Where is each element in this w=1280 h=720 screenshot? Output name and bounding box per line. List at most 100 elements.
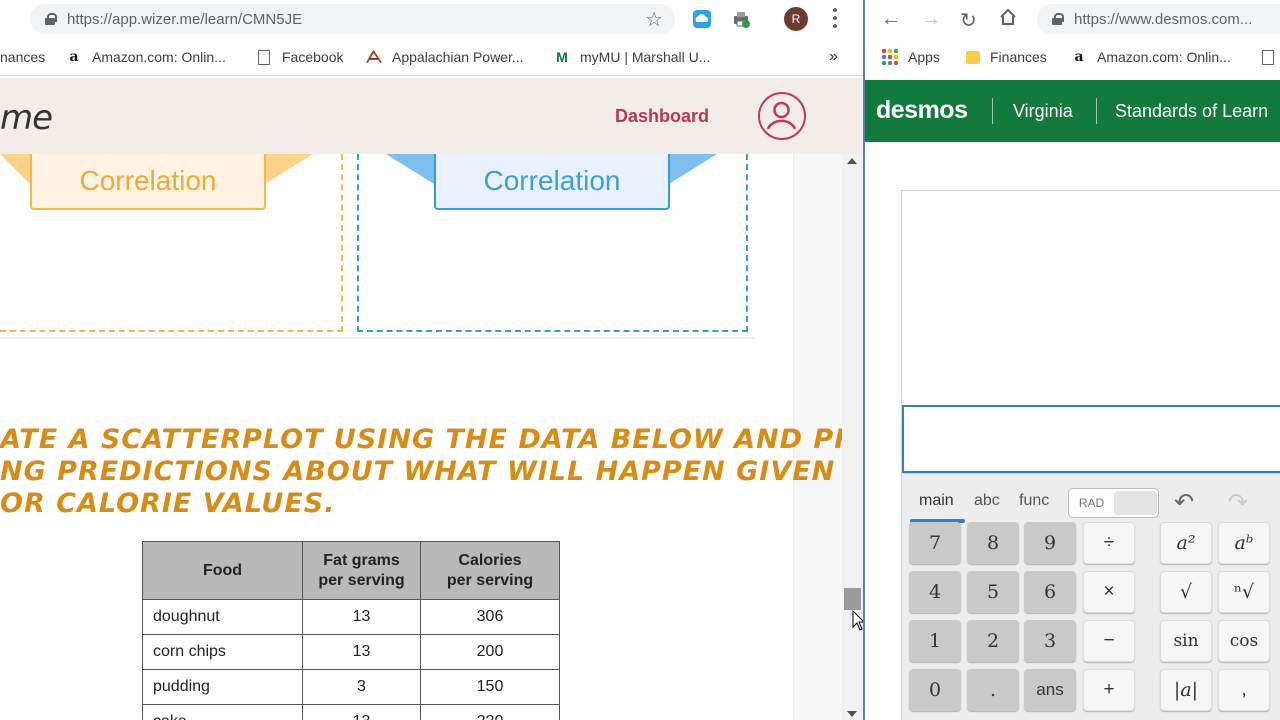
- bookmark-label: Amazon.com: Onlin...: [1097, 49, 1231, 65]
- key-abs[interactable]: |a|: [1160, 669, 1212, 711]
- key-5[interactable]: 5: [967, 571, 1019, 613]
- tab-func[interactable]: func: [1019, 492, 1049, 510]
- cell-fat: 13: [302, 599, 421, 635]
- rad-deg-toggle[interactable]: RAD: [1068, 488, 1159, 518]
- calculator-history-area: [902, 191, 1280, 405]
- bookmark-page[interactable]: [1260, 48, 1280, 66]
- left-address-bar[interactable]: https://app.wizer.me/learn/CMN5JE ☆: [30, 4, 675, 34]
- key-decimal[interactable]: .: [967, 669, 1019, 711]
- key-cos[interactable]: cos: [1218, 620, 1270, 662]
- home-icon[interactable]: [999, 8, 1017, 32]
- key-comma[interactable]: ,: [1218, 669, 1270, 711]
- key-square[interactable]: a²: [1160, 522, 1212, 564]
- cell-calories: 220: [420, 704, 560, 720]
- left-toolbar: https://app.wizer.me/learn/CMN5JE ☆ R: [0, 0, 863, 38]
- bookmark-amazon[interactable]: a Amazon.com: Onlin...: [66, 48, 226, 66]
- apps-grid-icon: [882, 49, 898, 65]
- key-3[interactable]: 3: [1024, 620, 1076, 662]
- tab-abc[interactable]: abc: [974, 492, 1000, 510]
- left-bookmarks-bar: nances a Amazon.com: Onlin... Facebook A…: [0, 38, 863, 76]
- key-multiply[interactable]: ×: [1083, 571, 1135, 613]
- key-1[interactable]: 1: [909, 620, 961, 662]
- calculator-expression-input[interactable]: [902, 405, 1280, 473]
- left-browser-window: https://app.wizer.me/learn/CMN5JE ☆ R na…: [0, 0, 863, 720]
- user-account-icon[interactable]: [758, 92, 806, 140]
- cell-calories: 200: [420, 634, 560, 670]
- bookmark-mymu[interactable]: M myMU | Marshall U...: [554, 48, 710, 66]
- desmos-logo[interactable]: desmos: [876, 96, 968, 125]
- instruction-line: OR CALORIE VALUES.: [0, 488, 336, 519]
- redo-icon[interactable]: ↷: [1228, 488, 1248, 517]
- desmos-calculator: main abc func RAD ↶ ↷ 7 8 9 ÷ a² aᵇ 4 5 …: [901, 190, 1280, 720]
- right-bookmarks-bar: Apps Finances a Amazon.com: Onlin...: [865, 38, 1280, 76]
- instruction-line: ATE A SCATTERPLOT USING THE DATA BELOW A…: [0, 424, 842, 455]
- key-nth-root[interactable]: ⁿ√: [1218, 571, 1270, 613]
- table-header-row: Food Fat grams per serving Calories per se…: [142, 541, 560, 600]
- overflow-label: »: [829, 48, 838, 65]
- bookmark-amazon[interactable]: a Amazon.com: Onlin...: [1071, 48, 1231, 66]
- forward-arrow-icon[interactable]: →: [921, 8, 941, 31]
- deg-slot: [1114, 491, 1157, 515]
- key-9[interactable]: 9: [1024, 522, 1076, 564]
- key-ans[interactable]: ans: [1024, 669, 1076, 711]
- dashboard-link[interactable]: Dashboard: [615, 106, 709, 127]
- browser-menu-icon[interactable]: [832, 8, 838, 28]
- right-address-bar[interactable]: https://www.desmos.com...: [1037, 4, 1280, 34]
- back-arrow-icon[interactable]: ←: [881, 8, 901, 31]
- right-toolbar: ← → ↻ https://www.desmos.com...: [865, 0, 1280, 38]
- bookmark-apps[interactable]: Apps: [882, 48, 940, 66]
- reload-icon[interactable]: ↻: [960, 8, 977, 33]
- key-8[interactable]: 8: [967, 522, 1019, 564]
- key-plus[interactable]: +: [1083, 669, 1135, 711]
- bookmark-finances[interactable]: Finances: [966, 48, 1047, 66]
- key-sin[interactable]: sin: [1160, 620, 1212, 662]
- wizer-logo[interactable]: me: [0, 98, 53, 138]
- food-data-table: Food Fat grams per serving Calories per se…: [142, 541, 560, 720]
- bookmark-facebook[interactable]: Facebook: [256, 48, 343, 66]
- bookmark-label: Apps: [908, 49, 940, 65]
- cell-food: pudding: [142, 669, 303, 705]
- cell-fat: 3: [302, 669, 421, 705]
- bookmarks-overflow-button[interactable]: »: [829, 48, 838, 66]
- cell-calories: 306: [420, 599, 560, 635]
- key-divide[interactable]: ÷: [1083, 522, 1135, 564]
- profile-avatar[interactable]: R: [784, 7, 808, 31]
- calculator-keypad: main abc func RAD ↶ ↷ 7 8 9 ÷ a² aᵇ 4 5 …: [902, 473, 1280, 720]
- rad-label: RAD: [1078, 496, 1105, 510]
- cloud-extension-icon[interactable]: [691, 8, 713, 30]
- star-icon[interactable]: ☆: [645, 7, 663, 32]
- scroll-down-arrow-icon[interactable]: [847, 711, 857, 717]
- bookmark-finances[interactable]: nances: [0, 48, 45, 66]
- key-power[interactable]: aᵇ: [1218, 522, 1270, 564]
- scroll-thumb[interactable]: [844, 588, 861, 610]
- header-separator: [992, 98, 993, 124]
- key-minus[interactable]: −: [1083, 620, 1135, 662]
- negative-correlation-banner: Correlation: [0, 154, 760, 210]
- page-scrollbar[interactable]: [842, 154, 863, 720]
- print-extension-icon[interactable]: [730, 8, 752, 30]
- folder-icon: [966, 50, 980, 64]
- wizer-header: me Dashboard: [0, 78, 863, 154]
- marshall-m-icon: M: [556, 49, 568, 65]
- key-0[interactable]: 0: [909, 669, 961, 711]
- tab-main[interactable]: main: [919, 492, 954, 510]
- cell-food: corn chips: [142, 634, 303, 670]
- key-4[interactable]: 4: [909, 571, 961, 613]
- section-divider: [0, 337, 755, 339]
- bookmark-appalachian-power[interactable]: Appalachian Power...: [366, 48, 524, 66]
- undo-icon[interactable]: ↶: [1174, 488, 1194, 517]
- key-sqrt[interactable]: √: [1160, 571, 1212, 613]
- key-7[interactable]: 7: [909, 522, 961, 564]
- cell-fat: 13: [302, 704, 421, 720]
- bookmark-label: Appalachian Power...: [392, 49, 524, 65]
- scroll-up-arrow-icon[interactable]: [847, 158, 857, 164]
- lock-icon: [1052, 13, 1064, 25]
- left-url-text: https://app.wizer.me/learn/CMN5JE: [67, 10, 303, 28]
- bookmark-label: Amazon.com: Onlin...: [92, 49, 226, 65]
- key-6[interactable]: 6: [1024, 571, 1076, 613]
- key-2[interactable]: 2: [967, 620, 1019, 662]
- cell-fat: 13: [302, 634, 421, 670]
- bookmark-label: Facebook: [282, 49, 344, 65]
- desmos-state-label: Virginia: [1013, 101, 1073, 121]
- desmos-standards-label: Standards of Learn: [1115, 101, 1269, 121]
